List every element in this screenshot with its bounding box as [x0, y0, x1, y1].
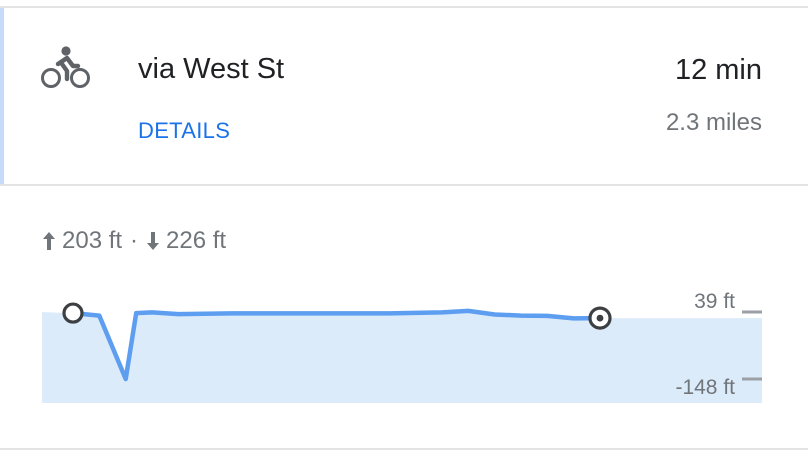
bicycle-icon [40, 46, 92, 90]
elevation-ascent: 203 ft [62, 227, 123, 254]
route-title: via West St [138, 53, 285, 85]
arrow-up-icon [42, 231, 56, 251]
divider [0, 448, 808, 450]
start-marker [62, 302, 84, 324]
elevation-area [42, 310, 762, 403]
elevation-chart: 39 ft -148 ft [42, 290, 762, 403]
elevation-max-label: 39 ft [694, 290, 735, 313]
divider [0, 184, 808, 186]
route-duration: 12 min [674, 54, 762, 86]
route-distance: 2.3 miles [665, 109, 762, 136]
end-marker [588, 306, 612, 330]
route-option-card[interactable]: via West St DETAILS 12 min 2.3 miles [0, 8, 808, 184]
elevation-min-label: -148 ft [675, 376, 735, 399]
arrow-down-icon [146, 231, 160, 251]
details-link[interactable]: DETAILS [138, 118, 230, 144]
elevation-descent: 226 ft [166, 227, 227, 254]
elevation-summary: 203 ft · 226 ft [42, 227, 226, 255]
separator: · [130, 227, 139, 254]
route-panel: via West St DETAILS 12 min 2.3 miles 203… [0, 0, 808, 452]
selected-indicator [0, 8, 4, 184]
